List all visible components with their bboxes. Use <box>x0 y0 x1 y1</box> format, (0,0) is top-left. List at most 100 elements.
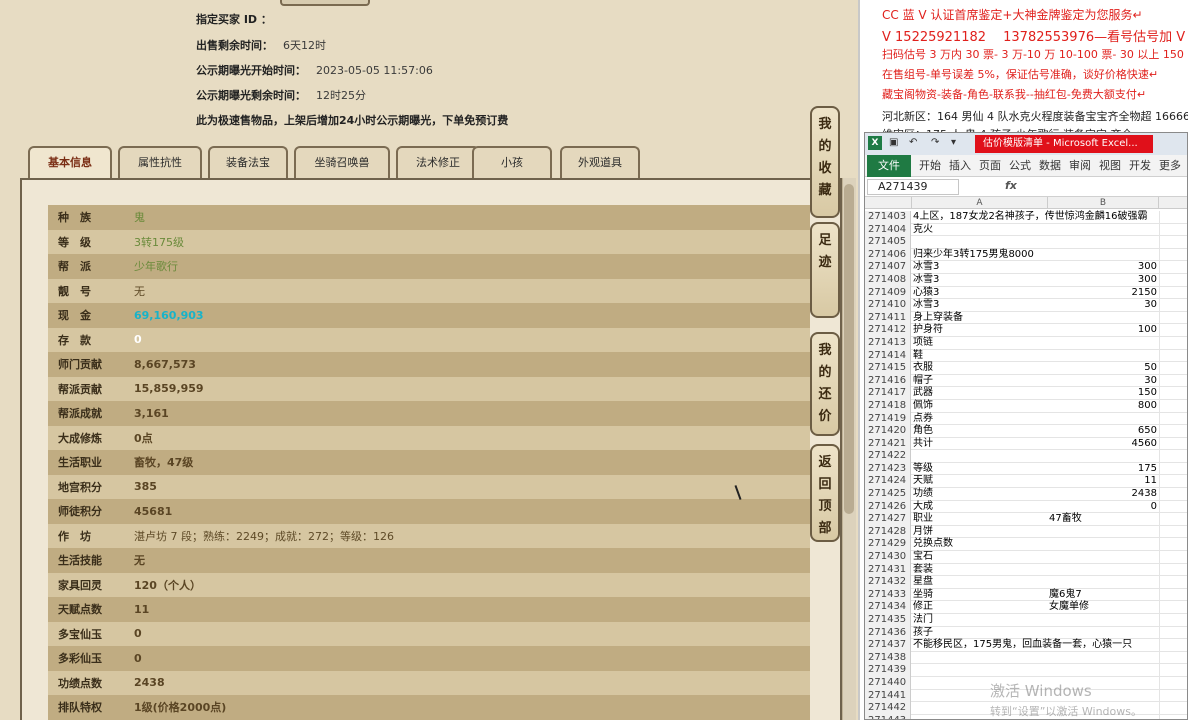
column-header-a[interactable]: A <box>911 197 1047 209</box>
sheet-row[interactable]: 271430 宝石 <box>865 551 1187 564</box>
row-number[interactable]: 271403 <box>865 211 911 224</box>
cell-c[interactable] <box>1159 664 1187 677</box>
tab-children[interactable]: 小孩 <box>472 146 552 178</box>
cell-c[interactable] <box>1159 702 1187 715</box>
cell-a[interactable]: 孩子 <box>913 627 1047 640</box>
cell-a[interactable]: 冰雪3 <box>913 299 1047 312</box>
tab-equipment[interactable]: 装备法宝 <box>208 146 288 178</box>
tab-basic-info[interactable]: 基本信息 <box>28 146 112 178</box>
ribbon-tab-review[interactable]: 审阅 <box>1069 155 1091 177</box>
row-number[interactable]: 271443 <box>865 714 911 719</box>
cell-b[interactable]: 魔6鬼7 <box>1049 589 1157 602</box>
row-number[interactable]: 271422 <box>865 450 911 463</box>
row-number[interactable]: 271416 <box>865 374 911 388</box>
row-number[interactable]: 271435 <box>865 614 911 627</box>
cell-c[interactable] <box>1159 500 1187 514</box>
cell-a[interactable]: 宝石 <box>913 551 1047 564</box>
row-number[interactable]: 271428 <box>865 525 911 539</box>
sheet-row[interactable]: 271411 身上穿装备 <box>865 311 1187 325</box>
cell-c[interactable] <box>1159 450 1187 463</box>
cell-a[interactable]: 修正 <box>913 601 1047 614</box>
sheet-row[interactable]: 271403 4上区，187女龙2名神孩子，传世惊鸿金麟16破强霸 <box>865 211 1187 224</box>
ribbon-tab-developer[interactable]: 开发 <box>1129 155 1151 177</box>
row-number[interactable]: 271414 <box>865 349 911 363</box>
cell-c[interactable] <box>1159 223 1187 237</box>
quick-access-chevron-icon[interactable]: ▾ <box>951 137 956 148</box>
cell-c[interactable] <box>1159 563 1187 577</box>
my-counteroffer-button[interactable]: 我的还价 <box>810 332 840 436</box>
cell-c[interactable] <box>1159 437 1187 451</box>
cell-c[interactable] <box>1159 513 1187 526</box>
row-number[interactable]: 271424 <box>865 475 911 489</box>
cell-c[interactable] <box>1159 588 1187 602</box>
cell-a[interactable]: 克火 <box>913 224 1047 237</box>
cell-a[interactable]: 兑换点数 <box>913 538 1047 551</box>
back-to-top-button[interactable]: 返回顶部 <box>810 444 840 542</box>
ribbon-tab-view[interactable]: 视图 <box>1099 155 1121 177</box>
cell-b[interactable]: 650 <box>1049 425 1157 438</box>
ribbon-tab-insert[interactable]: 插入 <box>949 155 971 177</box>
cell-a[interactable]: 心猿3 <box>913 287 1047 300</box>
row-number[interactable]: 271436 <box>865 626 911 640</box>
save-icon[interactable]: ▣ <box>889 137 898 148</box>
sheet-row[interactable]: 271418 佩饰 800 <box>865 399 1187 413</box>
ribbon-tab-home[interactable]: 开始 <box>919 155 941 177</box>
ribbon-tab-more[interactable]: 更多 <box>1159 155 1181 177</box>
sheet-row[interactable]: 271412 护身符 100 <box>865 324 1187 337</box>
row-number[interactable]: 271441 <box>865 689 911 703</box>
cell-a[interactable]: 归来少年3转175男鬼8000 <box>913 249 1047 262</box>
cell-a[interactable]: 大成 <box>913 501 1047 514</box>
row-number[interactable]: 271429 <box>865 538 911 552</box>
cell-c[interactable] <box>1159 399 1187 413</box>
cell-b[interactable]: 0 <box>1049 501 1157 514</box>
cell-c[interactable] <box>1159 261 1187 274</box>
cell-a[interactable]: 佩饰 <box>913 400 1047 413</box>
ribbon-tab-page[interactable]: 页面 <box>979 155 1001 177</box>
row-number[interactable]: 271405 <box>865 236 911 249</box>
row-number[interactable]: 271439 <box>865 664 911 677</box>
sheet-row[interactable]: 271427 职业 47畜牧 <box>865 513 1187 526</box>
cell-c[interactable] <box>1159 211 1187 224</box>
ribbon-tab-formula[interactable]: 公式 <box>1009 155 1031 177</box>
footprint-button[interactable]: 足迹 <box>810 222 840 318</box>
row-number[interactable]: 271433 <box>865 588 911 602</box>
row-number[interactable]: 271425 <box>865 488 911 501</box>
tab-attributes[interactable]: 属性抗性 <box>118 146 202 178</box>
row-number[interactable]: 271410 <box>865 299 911 312</box>
cell-c[interactable] <box>1159 462 1187 476</box>
sheet-row[interactable]: 271426 大成 0 <box>865 500 1187 514</box>
cell-a[interactable]: 功绩 <box>913 488 1047 501</box>
cell-c[interactable] <box>1159 273 1187 287</box>
sheet-row[interactable]: 271439 <box>865 664 1187 677</box>
row-number[interactable]: 271434 <box>865 601 911 614</box>
cell-a[interactable]: 4上区，187女龙2名神孩子，传世惊鸿金麟16破强霸 <box>913 211 1148 224</box>
cell-b[interactable]: 30 <box>1049 375 1157 388</box>
sheet-row[interactable]: 271413 项链 <box>865 336 1187 350</box>
row-number[interactable]: 271426 <box>865 500 911 514</box>
sheet-row[interactable]: 271414 鞋 <box>865 349 1187 363</box>
sheet-row[interactable]: 271415 衣服 50 <box>865 362 1187 375</box>
cell-a[interactable]: 项链 <box>913 337 1047 350</box>
sheet-row[interactable]: 271408 冰雪3 300 <box>865 273 1187 287</box>
cell-a[interactable]: 点券 <box>913 413 1047 426</box>
column-header-b[interactable]: B <box>1047 197 1159 209</box>
cell-c[interactable] <box>1159 248 1187 262</box>
sheet-row[interactable]: 271435 法门 <box>865 614 1187 627</box>
undo-icon[interactable]: ↶ <box>909 137 917 148</box>
cell-a[interactable]: 角色 <box>913 425 1047 438</box>
cell-b[interactable]: 300 <box>1049 261 1157 274</box>
cell-c[interactable] <box>1159 236 1187 249</box>
row-number[interactable]: 271421 <box>865 437 911 451</box>
ribbon-tab-file[interactable]: 文件 <box>867 155 911 177</box>
row-number[interactable]: 271413 <box>865 336 911 350</box>
row-number[interactable]: 271427 <box>865 513 911 526</box>
cell-a[interactable]: 冰雪3 <box>913 274 1047 287</box>
cell-a[interactable]: 坐骑 <box>913 589 1047 602</box>
row-number[interactable]: 271420 <box>865 425 911 438</box>
cell-a[interactable]: 法门 <box>913 614 1047 627</box>
row-number[interactable]: 271418 <box>865 399 911 413</box>
cell-c[interactable] <box>1159 475 1187 489</box>
cell-b[interactable]: 4560 <box>1049 438 1157 451</box>
sheet-row[interactable]: 271434 修正 女魔单修 <box>865 601 1187 614</box>
cell-c[interactable] <box>1159 324 1187 337</box>
